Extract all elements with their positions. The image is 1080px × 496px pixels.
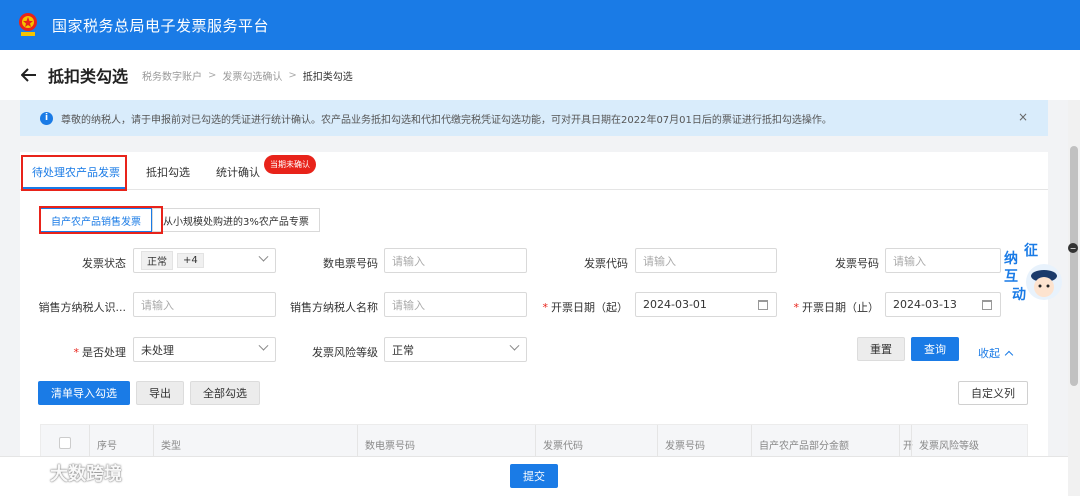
info-notice: i 尊敬的纳税人，请于申报前对已勾选的凭证进行统计确认。农产品业务抵扣勾选和代扣… [20,100,1048,136]
breadcrumb-separator: > [288,69,297,81]
unconfirmed-badge: 当期未确认 [264,155,316,174]
date-start-value: 2024-03-01 [643,298,707,311]
import-select-button[interactable]: 清单导入勾选 [38,381,130,405]
calendar-icon [758,300,768,310]
custom-columns-button[interactable]: 自定义列 [958,381,1028,405]
top-navigation-bar: 国家税务总局电子发票服务平台 [0,0,1080,50]
highlight-box [21,155,127,191]
info-icon: i [40,111,53,125]
processed-select[interactable]: 未处理 [133,337,276,362]
required-mark: * [542,301,549,314]
reset-button[interactable]: 重置 [857,337,905,361]
invoice-status-select[interactable]: 正常 +4 [133,248,276,273]
status-tag-more: +4 [177,253,204,268]
breadcrumb: 税务数字账户 > 发票勾选确认 > 抵扣类勾选 [142,68,353,83]
table-header: 序号 类型 数电票号码 发票代码 发票号码 自产农产品部分金额 开 发票风险等级 [40,424,1028,461]
select-all-checkbox[interactable] [59,437,71,449]
date-end-label: * 开票日期（止） [793,301,880,314]
page-title: 抵扣类勾选 [48,67,129,86]
subtab-small-scale-3pct[interactable]: 从小规模处购进的3%农产品专票 [152,208,320,232]
assistant-mascot[interactable]: 征 纳 互 动 [1002,242,1066,306]
invoice-code-input[interactable]: 请输入 [635,248,777,273]
date-end-picker[interactable]: 2024-03-13 [885,292,1001,317]
chevron-down-icon [258,251,269,262]
column-header: 数电票号码 [365,441,415,452]
calendar-icon [982,300,992,310]
column-header: 类型 [161,441,181,452]
date-start-picker[interactable]: 2024-03-01 [635,292,777,317]
breadcrumb-separator: > [208,69,217,81]
column-header: 发票号码 [665,441,705,452]
column-header: 序号 [97,441,117,452]
notice-text: 尊敬的纳税人，请于申报前对已勾选的凭证进行统计确认。农产品业务抵扣勾选和代扣代缴… [61,114,832,126]
invoice-number-input[interactable]: 请输入 [885,248,1001,273]
chevron-down-icon [509,340,520,351]
e-invoice-number-input[interactable]: 请输入 [384,248,527,273]
platform-title: 国家税务总局电子发票服务平台 [52,16,270,35]
invoice-number-label: 发票号码 [835,257,879,270]
required-mark: * [793,301,800,314]
seller-tax-id-label: 销售方纳税人识... [38,301,127,314]
side-handle-icon[interactable]: − [1068,243,1078,253]
chevron-up-icon [1004,350,1014,359]
column-header: 发票代码 [543,441,583,452]
close-icon[interactable]: × [1018,110,1028,124]
seller-name-label: 销售方纳税人名称 [290,301,378,314]
scrollbar-thumb[interactable] [1070,146,1078,386]
processed-label: * 是否处理 [73,346,127,359]
query-button[interactable]: 查询 [911,337,959,361]
invoice-status-label: 发票状态 [82,257,126,270]
tab-statistics-confirm[interactable]: 统计确认 [216,164,260,180]
breadcrumb-item-confirm[interactable]: 发票勾选确认 [222,68,282,83]
submit-button[interactable]: 提交 [510,464,558,488]
seller-tax-id-input[interactable]: 请输入 [133,292,276,317]
highlight-box [39,206,163,234]
select-all-button[interactable]: 全部勾选 [190,381,260,405]
column-header: 自产农产品部分金额 [759,441,849,452]
tab-bar: 待处理农产品发票 抵扣勾选 统计确认 当期未确认 [20,152,1048,191]
invoice-code-label: 发票代码 [584,257,628,270]
main-panel: 待处理农产品发票 抵扣勾选 统计确认 当期未确认 自产农产品销售发票 从小规模处… [20,152,1048,496]
date-start-label: * 开票日期（起） [542,301,629,314]
required-mark: * [73,346,80,359]
breadcrumb-item-account[interactable]: 税务数字账户 [142,68,202,83]
tax-emblem-icon [16,10,40,40]
watermark-logo-icon [9,464,41,482]
e-invoice-number-label: 数电票号码 [323,257,378,270]
export-button[interactable]: 导出 [136,381,184,405]
tab-deduction-select[interactable]: 抵扣勾选 [146,164,190,180]
risk-level-label: 发票风险等级 [312,346,378,359]
collapse-toggle[interactable]: 收起 [978,345,1014,361]
page-header: 抵扣类勾选 税务数字账户 > 发票勾选确认 > 抵扣类勾选 [0,50,1080,100]
breadcrumb-item-current: 抵扣类勾选 [302,71,353,83]
chevron-down-icon [258,340,269,351]
status-tag: 正常 [141,251,173,270]
column-header: 发票风险等级 [919,441,979,452]
watermark: 大数跨境 [8,460,122,486]
risk-level-select[interactable]: 正常 [384,337,527,362]
back-arrow-icon[interactable] [20,66,38,84]
seller-name-input[interactable]: 请输入 [384,292,527,317]
date-end-value: 2024-03-13 [893,298,957,311]
